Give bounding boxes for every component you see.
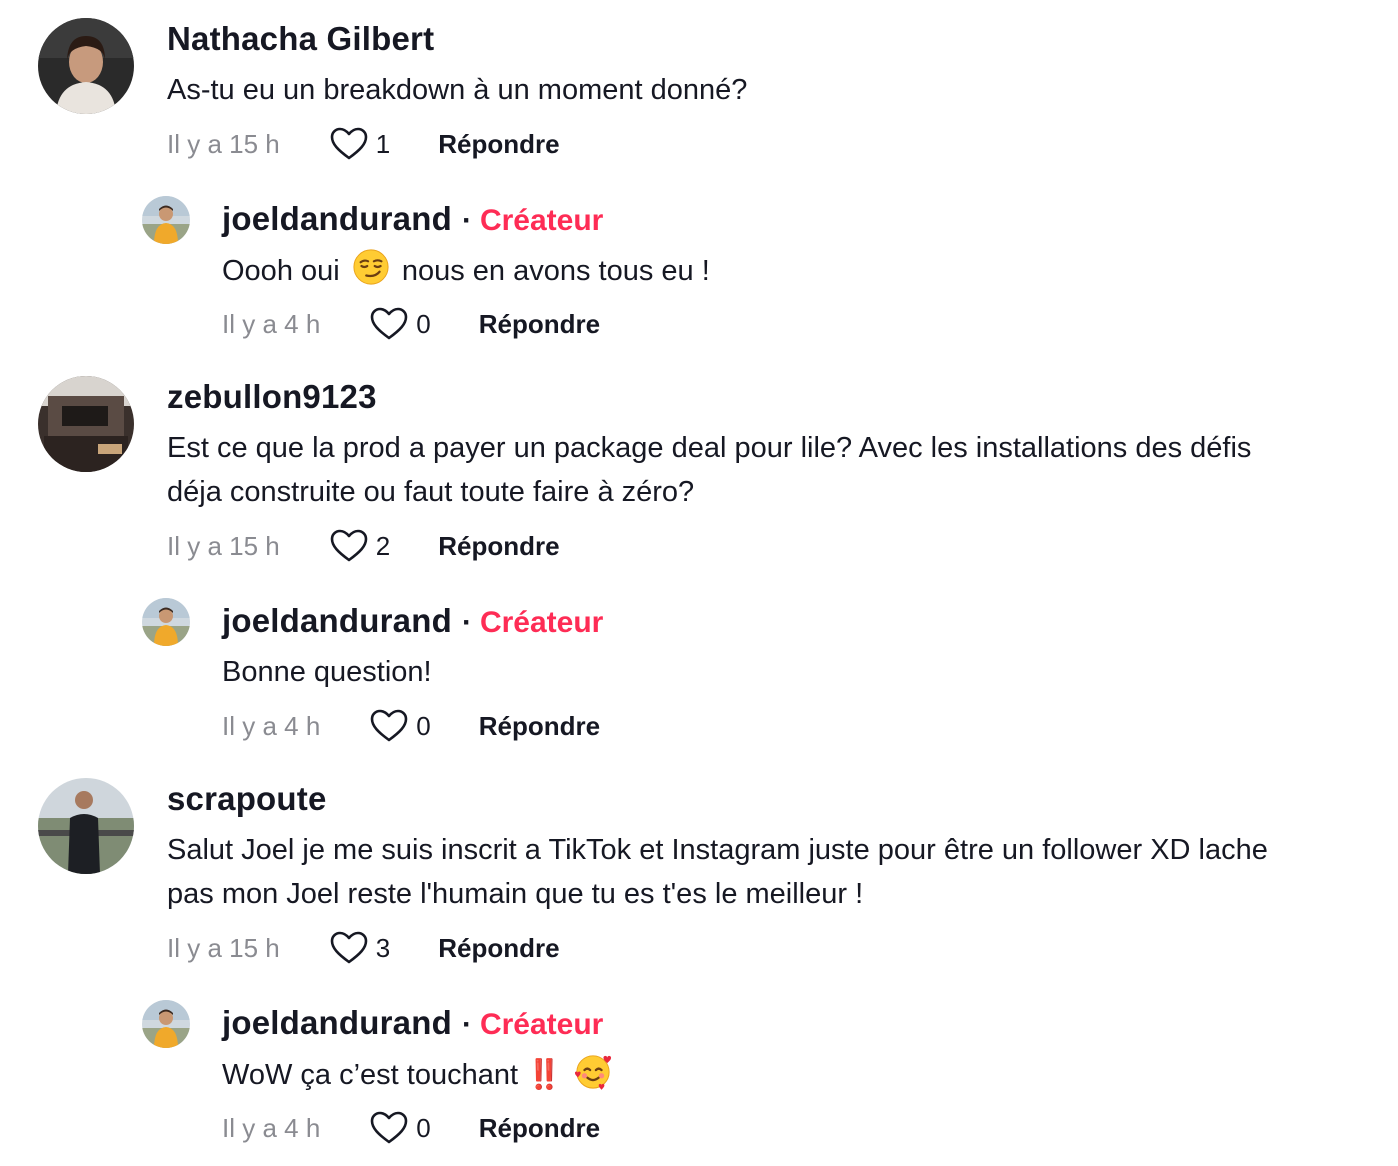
reply-author[interactable]: joeldandurand [222, 200, 452, 238]
reply-button[interactable]: Répondre [479, 1113, 600, 1144]
like-button[interactable]: 1 [330, 127, 390, 161]
heart-icon [370, 307, 408, 341]
reply-button[interactable]: Répondre [479, 309, 600, 340]
reply-author[interactable]: joeldandurand [222, 602, 452, 640]
reply-timestamp: Il y a 4 h [222, 710, 321, 741]
comment-meta: Il y a 15 h 1 Répondre [167, 124, 560, 164]
avatar[interactable] [142, 1000, 190, 1048]
creator-avatar-image [142, 196, 190, 244]
heart-icon [370, 709, 408, 743]
comment-author[interactable]: Nathacha Gilbert [167, 20, 434, 58]
separator-dot: · [461, 1008, 472, 1041]
reply-button[interactable]: Répondre [438, 531, 559, 562]
heart-icon [330, 931, 368, 965]
comment-author[interactable]: scrapoute [167, 780, 327, 818]
like-button[interactable]: 0 [370, 1111, 431, 1145]
comment-text-line-1: Est ce que la prod a payer un package de… [167, 432, 1252, 464]
avatar[interactable] [38, 18, 134, 114]
like-count: 0 [416, 1112, 431, 1143]
comment-item: zebullon9123 Est ce que la prod a payer … [0, 370, 1398, 570]
avatar[interactable] [142, 196, 190, 244]
avatar[interactable] [38, 778, 134, 874]
like-count: 0 [416, 710, 431, 741]
like-button[interactable]: 0 [370, 709, 431, 743]
avatar[interactable] [38, 376, 134, 472]
comment-timestamp: Il y a 15 h [167, 932, 280, 963]
reply-item: joeldandurand · Créateur Oooh oui nous e… [0, 190, 1398, 350]
reply-button[interactable]: Répondre [479, 711, 600, 742]
reply-item: joeldandurand · Créateur WoW ça c’est to… [0, 994, 1398, 1154]
reply-button[interactable]: Répondre [438, 933, 559, 964]
comment-author-line: zebullon9123 [167, 378, 377, 416]
user-avatar-image [38, 376, 134, 472]
creator-badge: Créateur [479, 204, 604, 237]
reply-author-line: joeldandurand · Créateur [222, 1004, 603, 1042]
reply-item: joeldandurand · Créateur Bonne question!… [0, 592, 1398, 752]
creator-badge: Créateur [479, 606, 604, 639]
reply-meta: Il y a 4 h 0 Répondre [222, 706, 600, 746]
comment-text-line-2: pas mon Joel reste l'humain que tu es t'… [167, 878, 864, 910]
like-count: 0 [416, 308, 431, 339]
comment-text: As-tu eu un breakdown à un moment donné? [167, 74, 748, 106]
creator-avatar-image [142, 1000, 190, 1048]
creator-avatar-image [142, 598, 190, 646]
reply-text-end: nous en avons tous eu ! [401, 255, 710, 287]
smiling-face-with-hearts-icon [575, 1055, 612, 1090]
like-count: 1 [375, 128, 391, 159]
separator-dot: · [461, 204, 472, 237]
user-avatar-image [38, 18, 134, 114]
reply-meta: Il y a 4 h 0 Répondre [222, 304, 600, 344]
like-button[interactable]: 2 [330, 529, 390, 563]
reply-button[interactable]: Répondre [438, 129, 559, 160]
reply-timestamp: Il y a 4 h [222, 308, 321, 339]
comment-text-line-1: Salut Joel je me suis inscrit a TikTok e… [167, 834, 1268, 866]
comment-author-line: Nathacha Gilbert [167, 20, 434, 58]
heart-icon [330, 127, 368, 161]
comment-item: Nathacha Gilbert As-tu eu un breakdown à… [0, 0, 1398, 170]
reply-text-start: Oooh oui [222, 255, 340, 287]
comment-timestamp: Il y a 15 h [167, 530, 280, 561]
reply-text-start: WoW ça c’est touchant ‼️ [222, 1059, 563, 1091]
comment-timestamp: Il y a 15 h [167, 128, 280, 159]
like-count: 3 [375, 932, 391, 963]
comment-meta: Il y a 15 h 2 Répondre [167, 526, 560, 566]
comment-meta: Il y a 15 h 3 Répondre [167, 928, 560, 968]
like-count: 2 [375, 530, 391, 561]
avatar[interactable] [142, 598, 190, 646]
reply-text: Oooh oui nous en avons tous eu ! [222, 248, 710, 293]
like-button[interactable]: 3 [330, 931, 390, 965]
smirking-face-icon [353, 249, 389, 285]
like-button[interactable]: 0 [370, 307, 431, 341]
heart-icon [330, 529, 368, 563]
reply-author[interactable]: joeldandurand [222, 1004, 452, 1042]
reply-timestamp: Il y a 4 h [222, 1112, 321, 1143]
creator-badge: Créateur [479, 1008, 604, 1041]
reply-author-line: joeldandurand · Créateur [222, 200, 603, 238]
reply-meta: Il y a 4 h 0 Répondre [222, 1108, 600, 1148]
separator-dot: · [461, 606, 472, 639]
reply-text: Bonne question! [222, 656, 432, 688]
user-avatar-image [38, 778, 134, 874]
reply-text: WoW ça c’est touchant ‼️ [222, 1052, 616, 1097]
comment-text-line-2: déja construite ou faut toute faire à zé… [167, 476, 695, 508]
heart-icon [370, 1111, 408, 1145]
reply-author-line: joeldandurand · Créateur [222, 602, 603, 640]
comment-author[interactable]: zebullon9123 [167, 378, 377, 416]
comment-item: scrapoute Salut Joel je me suis inscrit … [0, 772, 1398, 972]
comment-author-line: scrapoute [167, 780, 327, 818]
